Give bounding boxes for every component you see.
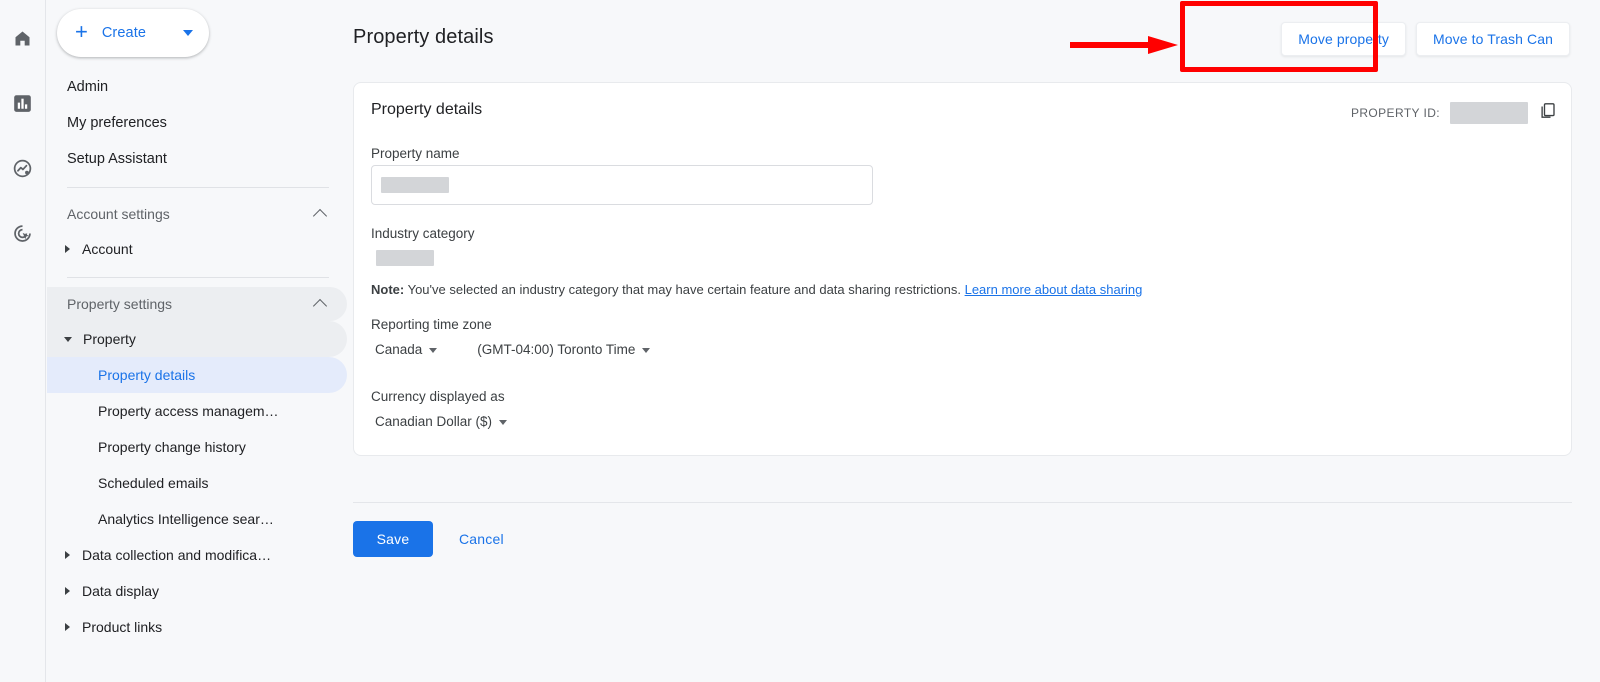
chevron-up-icon <box>312 208 328 224</box>
create-button[interactable]: + Create <box>57 9 209 57</box>
sidebar-item-label: Setup Assistant <box>67 151 167 167</box>
cancel-button[interactable]: Cancel <box>445 523 518 555</box>
sidebar-item-my-preferences[interactable]: My preferences <box>47 105 347 141</box>
footer-divider <box>353 502 1572 503</box>
card-title: Property details <box>371 101 483 118</box>
chevron-down-icon <box>642 348 651 353</box>
triangle-right-icon <box>65 551 70 559</box>
property-id-row: PROPERTY ID: <box>1351 101 1557 125</box>
plus-icon: + <box>75 19 88 44</box>
reporting-time-zone-row: Canada (GMT-04:00) Toronto Time <box>371 339 654 360</box>
industry-category-value[interactable] <box>376 250 434 271</box>
sidebar-group-property-settings[interactable]: Property settings <box>47 287 347 321</box>
icon-rail <box>0 0 46 682</box>
property-name-input[interactable] <box>371 165 873 205</box>
currency-value: Canadian Dollar ($) <box>375 414 493 429</box>
triangle-right-icon <box>65 623 70 631</box>
sidebar-item-product-links[interactable]: Product links <box>47 609 347 645</box>
timezone-country-dropdown[interactable]: Canada <box>371 339 441 360</box>
sidebar-item-label: Property access managem… <box>98 403 279 419</box>
currency-dropdown[interactable]: Canadian Dollar ($) <box>371 411 511 432</box>
header-actions: Move property Move to Trash Can <box>1281 22 1570 56</box>
save-button[interactable]: Save <box>353 521 433 557</box>
reports-bar-chart-icon[interactable] <box>0 83 46 123</box>
sidebar-item-label: Product links <box>82 619 163 635</box>
chevron-up-icon <box>312 298 328 314</box>
triangle-right-icon <box>65 587 70 595</box>
sidebar-group-label: Property settings <box>67 296 173 312</box>
industry-category-value-redacted <box>376 250 434 266</box>
sidebar-divider-2 <box>67 277 329 278</box>
triangle-right-icon <box>65 245 70 253</box>
sidebar-group-label: Account settings <box>67 206 170 222</box>
sidebar-item-label: Analytics Intelligence sear… <box>98 511 274 527</box>
sidebar: + Create Admin My preferences Setup Assi… <box>47 0 347 682</box>
sidebar-item-scheduled-emails[interactable]: Scheduled emails <box>47 465 347 501</box>
triangle-down-icon <box>64 336 72 342</box>
sidebar-item-analytics-intelligence-search[interactable]: Analytics Intelligence sear… <box>47 501 347 537</box>
move-property-button[interactable]: Move property <box>1281 22 1407 56</box>
industry-category-label: Industry category <box>371 226 475 241</box>
sidebar-item-account[interactable]: Account <box>47 231 347 267</box>
sidebar-item-property-change-history[interactable]: Property change history <box>47 429 347 465</box>
explore-trend-icon[interactable] <box>0 148 46 188</box>
home-icon[interactable] <box>0 18 46 58</box>
copy-icon[interactable] <box>1538 101 1557 125</box>
note-text: You've selected an industry category tha… <box>404 282 965 297</box>
timezone-zone-dropdown[interactable]: (GMT-04:00) Toronto Time <box>473 339 654 360</box>
sidebar-item-property-access-management[interactable]: Property access managem… <box>47 393 347 429</box>
sidebar-item-data-collection-and-modification[interactable]: Data collection and modifica… <box>47 537 347 573</box>
currency-label: Currency displayed as <box>371 389 505 404</box>
sidebar-item-label: Scheduled emails <box>98 475 209 491</box>
sidebar-item-data-display[interactable]: Data display <box>47 573 347 609</box>
sidebar-item-label: Admin <box>67 79 109 95</box>
sidebar-item-label: Data display <box>82 583 160 599</box>
sidebar-item-label: Property <box>83 331 136 347</box>
sidebar-item-label: Account <box>82 241 133 257</box>
sidebar-group-account-settings[interactable]: Account settings <box>47 197 347 231</box>
property-details-card: Property details PROPERTY ID: Property n… <box>353 82 1572 456</box>
property-name-label: Property name <box>371 146 460 161</box>
timezone-country-value: Canada <box>375 342 423 357</box>
move-to-trash-can-button[interactable]: Move to Trash Can <box>1416 22 1570 56</box>
sidebar-item-label: My preferences <box>67 115 167 131</box>
industry-note: Note: You've selected an industry catego… <box>371 282 1142 297</box>
chevron-down-icon <box>499 420 508 425</box>
main-content: Property details Move property Move to T… <box>347 0 1600 682</box>
sidebar-item-label: Property details <box>98 367 196 383</box>
create-button-label: Create <box>101 25 146 41</box>
sidebar-divider-1 <box>67 187 329 188</box>
sidebar-item-label: Data collection and modifica… <box>82 547 272 563</box>
property-id-label: PROPERTY ID: <box>1350 106 1440 120</box>
sidebar-nav-list: Admin My preferences Setup Assistant Acc… <box>47 69 347 645</box>
learn-more-link[interactable]: Learn more about data sharing <box>965 282 1143 297</box>
sidebar-item-admin[interactable]: Admin <box>47 69 347 105</box>
currency-row: Canadian Dollar ($) <box>371 411 511 432</box>
app-root: + Create Admin My preferences Setup Assi… <box>0 0 1600 682</box>
page-title: Property details <box>353 26 494 48</box>
sidebar-item-property-details[interactable]: Property details <box>47 357 347 393</box>
chevron-down-icon <box>429 348 438 353</box>
reporting-time-zone-label: Reporting time zone <box>371 317 492 332</box>
form-footer: Save Cancel <box>353 521 518 557</box>
sidebar-item-setup-assistant[interactable]: Setup Assistant <box>47 141 347 177</box>
timezone-zone-value: (GMT-04:00) Toronto Time <box>477 342 636 357</box>
sidebar-item-property[interactable]: Property <box>47 321 347 357</box>
note-prefix: Note: <box>371 282 405 297</box>
sidebar-item-label: Property change history <box>98 439 246 455</box>
property-name-value-redacted <box>381 177 449 193</box>
property-id-value-redacted <box>1450 102 1528 124</box>
chevron-down-icon <box>183 30 193 36</box>
advertising-target-icon[interactable] <box>0 213 46 253</box>
